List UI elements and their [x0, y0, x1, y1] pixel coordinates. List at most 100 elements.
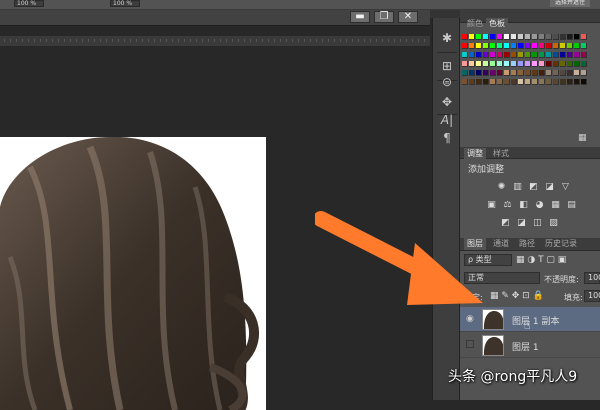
swatch-grid[interactable]: [462, 34, 592, 96]
swatch-cell[interactable]: [490, 61, 496, 67]
swatch-cell[interactable]: [567, 43, 573, 49]
swatch-cell[interactable]: [546, 61, 552, 67]
swatch-cell[interactable]: [504, 43, 510, 49]
swatch-cell[interactable]: [532, 52, 538, 58]
swatch-cell[interactable]: [483, 70, 489, 76]
swatch-cell[interactable]: [532, 61, 538, 67]
tab-swatches[interactable]: 色板: [486, 18, 508, 30]
swatch-cell[interactable]: [525, 79, 531, 85]
swatch-cell[interactable]: [539, 79, 545, 85]
swatch-cell[interactable]: [469, 79, 475, 85]
swatch-cell[interactable]: [504, 70, 510, 76]
swatch-cell[interactable]: [574, 79, 580, 85]
adjustment-icon[interactable]: ◫: [532, 218, 543, 228]
swatch-cell[interactable]: [532, 34, 538, 40]
filter-icons[interactable]: ▦ ◑ T ▢ ▣: [516, 255, 566, 265]
swatch-cell[interactable]: [539, 70, 545, 76]
adjustment-icon[interactable]: ▨: [548, 218, 559, 228]
swatch-cell[interactable]: [511, 34, 517, 40]
swatch-cell[interactable]: [483, 43, 489, 49]
swatch-cell[interactable]: [546, 70, 552, 76]
swatch-cell[interactable]: [483, 61, 489, 67]
swatch-cell[interactable]: [574, 43, 580, 49]
swatch-cell[interactable]: [581, 61, 587, 67]
swatch-cell[interactable]: [518, 52, 524, 58]
swatch-cell[interactable]: [462, 52, 468, 58]
swatch-cell[interactable]: [525, 61, 531, 67]
fill-input[interactable]: 100: [584, 290, 600, 302]
swatch-cell[interactable]: [574, 61, 580, 67]
options-icon[interactable]: ⊜: [437, 74, 457, 90]
tab-color[interactable]: 颜色: [464, 18, 486, 30]
swatch-cell[interactable]: [490, 70, 496, 76]
paragraph-icon[interactable]: ¶: [437, 130, 457, 146]
swatch-cell[interactable]: [532, 79, 538, 85]
swatch-cell[interactable]: [560, 43, 566, 49]
swatch-cell[interactable]: [532, 43, 538, 49]
swatch-cell[interactable]: [567, 52, 573, 58]
swatch-cell[interactable]: [581, 34, 587, 40]
swatch-cell[interactable]: [567, 61, 573, 67]
swatch-cell[interactable]: [553, 61, 559, 67]
swatch-cell[interactable]: [476, 52, 482, 58]
swatch-cell[interactable]: [525, 52, 531, 58]
swatch-cell[interactable]: [525, 70, 531, 76]
tab-history[interactable]: 历史记录: [542, 238, 580, 250]
layer-row-copy[interactable]: ◉ 图层 1 副本 ☝: [460, 307, 600, 332]
options-field-2[interactable]: 100 %: [110, 0, 140, 7]
layer-row-base[interactable]: 图层 1: [460, 333, 600, 358]
swatch-cell[interactable]: [462, 70, 468, 76]
swatch-cell[interactable]: [511, 52, 517, 58]
swatch-cell[interactable]: [476, 43, 482, 49]
lock-icons[interactable]: ▦ ✎ ✥ ⊡ 🔒: [490, 291, 544, 301]
swatch-cell[interactable]: [574, 34, 580, 40]
swatch-cell[interactable]: [462, 61, 468, 67]
swatch-cell[interactable]: [539, 43, 545, 49]
swatch-cell[interactable]: [560, 61, 566, 67]
canvas-image[interactable]: [0, 137, 266, 410]
swatch-cell[interactable]: [483, 52, 489, 58]
swatch-cell[interactable]: [511, 43, 517, 49]
swatch-cell[interactable]: [539, 61, 545, 67]
swatch-cell[interactable]: [560, 52, 566, 58]
swatch-cell[interactable]: [511, 61, 517, 67]
swatch-cell[interactable]: [504, 34, 510, 40]
swatch-cell[interactable]: [504, 52, 510, 58]
swatch-cell[interactable]: [546, 52, 552, 58]
swatch-cell[interactable]: [497, 79, 503, 85]
swatch-cell[interactable]: [567, 34, 573, 40]
swatch-cell[interactable]: [497, 43, 503, 49]
swatch-cell[interactable]: [490, 34, 496, 40]
options-field-1[interactable]: 100 %: [14, 0, 44, 7]
swatch-cell[interactable]: [553, 79, 559, 85]
swatch-cell[interactable]: [560, 79, 566, 85]
swatch-cell[interactable]: [525, 43, 531, 49]
swatch-cell[interactable]: [490, 79, 496, 85]
swatch-cell[interactable]: [525, 34, 531, 40]
tab-adjustments[interactable]: 调整: [464, 148, 486, 160]
opacity-input[interactable]: 100: [584, 272, 600, 284]
swatch-cell[interactable]: [553, 70, 559, 76]
swatch-cell[interactable]: [560, 70, 566, 76]
layer-name[interactable]: 图层 1: [512, 340, 539, 353]
swatch-cell[interactable]: [476, 70, 482, 76]
swatch-cell[interactable]: [518, 43, 524, 49]
swatch-cell[interactable]: [511, 79, 517, 85]
swatch-cell[interactable]: [553, 34, 559, 40]
character-icon[interactable]: A|: [437, 112, 457, 128]
swatch-cell[interactable]: [518, 70, 524, 76]
visibility-eye-icon[interactable]: ◉: [466, 314, 476, 324]
move-icon[interactable]: ✥: [437, 94, 457, 110]
adjustment-icon[interactable]: ▽: [560, 182, 571, 192]
swatch-cell[interactable]: [567, 79, 573, 85]
swatch-cell[interactable]: [518, 61, 524, 67]
swatch-cell[interactable]: [462, 43, 468, 49]
swatch-cell[interactable]: [490, 43, 496, 49]
swatch-cell[interactable]: [581, 43, 587, 49]
star-icon[interactable]: ✱: [437, 30, 457, 46]
minimize-button[interactable]: ▬: [350, 11, 370, 23]
tab-paths[interactable]: 路径: [516, 238, 538, 250]
adjustment-icon[interactable]: ◕: [534, 200, 545, 210]
swatch-cell[interactable]: [469, 61, 475, 67]
restore-button[interactable]: ❐: [374, 11, 394, 23]
